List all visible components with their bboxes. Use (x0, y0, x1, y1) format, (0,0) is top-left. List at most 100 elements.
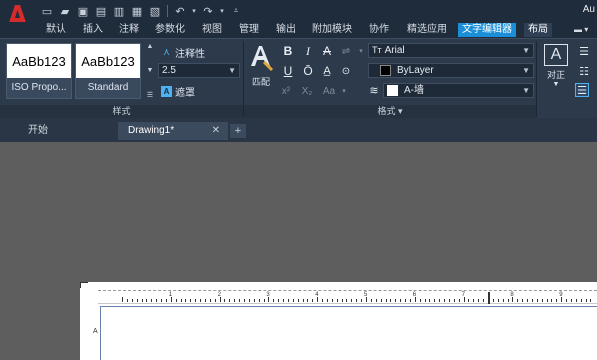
ruler-number: 6 (412, 292, 417, 298)
undo-icon[interactable]: ↶ (173, 4, 187, 18)
tab-view[interactable]: 视图 (198, 23, 226, 37)
overline-button[interactable]: Ō (301, 64, 315, 78)
annotative-button[interactable]: ⋏ 注释性 (161, 45, 205, 60)
bullets-icon[interactable]: ☰ (577, 44, 591, 58)
text-color-dropdown[interactable]: ByLayer ▼ (368, 63, 534, 78)
scroll-up-icon[interactable]: ▲ (147, 43, 154, 50)
tab-parametric[interactable]: 参数化 (151, 23, 189, 37)
tab-overflow-icon[interactable]: ▬ ▾ (570, 23, 592, 37)
line-spacing-icon[interactable]: ☷ (577, 64, 591, 78)
ruler-tick (234, 299, 236, 302)
new-file-icon[interactable]: ▭ (40, 4, 54, 18)
ruler-tick (566, 299, 568, 302)
ruler-tick (336, 299, 338, 302)
export-icon[interactable]: ▦ (130, 4, 144, 18)
ruler-tick (590, 299, 592, 302)
oblique-angle-icon[interactable]: ⇌ (339, 44, 353, 58)
text-height-dropdown[interactable]: 2.5 ▼ (158, 63, 240, 78)
style-name: Standard (76, 78, 140, 98)
layer-stack-icon[interactable]: ≋ (367, 83, 381, 97)
redo-icon[interactable]: ↷ (201, 4, 215, 18)
justify-icon: A (544, 44, 568, 66)
tab-insert[interactable]: 插入 (79, 23, 107, 37)
ruler-tick (224, 299, 226, 302)
tab-default[interactable]: 默认 (42, 23, 70, 37)
ruler-tick (204, 299, 206, 302)
ruler-tick (253, 299, 255, 302)
save-cloud-icon[interactable]: ▥ (112, 4, 126, 18)
ruler-tick (585, 299, 587, 302)
match-properties-button[interactable]: 匹配 (248, 42, 274, 87)
bold-button[interactable]: B (281, 44, 295, 58)
save-as-icon[interactable]: ▤ (94, 4, 108, 18)
ruler-tick (331, 299, 333, 302)
save-icon[interactable]: ▣ (76, 4, 90, 18)
redo-dropdown-icon[interactable]: ▾ (219, 4, 225, 18)
ruler-tick (424, 299, 426, 302)
ruler-tick (400, 299, 402, 302)
tab-collaborate[interactable]: 协作 (365, 23, 393, 37)
align-left-icon[interactable]: ☰ (575, 83, 589, 97)
tab-layout[interactable]: 布局 (524, 23, 552, 37)
style-iso-proportional[interactable]: AaBb123 ISO Propo... (6, 43, 72, 99)
tracking-icon[interactable]: A̲ (320, 64, 334, 78)
undo-dropdown-icon[interactable]: ▾ (191, 4, 197, 18)
tab-start[interactable]: 开始 (18, 122, 114, 140)
ruler-indent-marker[interactable] (488, 292, 490, 304)
tab-output[interactable]: 输出 (272, 23, 300, 37)
ruler-tick (185, 299, 187, 302)
tab-text-editor[interactable]: 文字编辑器 (458, 23, 516, 37)
font-dropdown[interactable]: Tт Arial ▼ (368, 43, 534, 58)
justify-button[interactable]: A 对正 ▼ (542, 44, 570, 104)
tab-annotate[interactable]: 注释 (115, 23, 143, 37)
ruler-tick (302, 299, 304, 302)
expand-gallery-icon[interactable]: ☰ (147, 91, 153, 99)
style-panel-label: 样式 (0, 105, 243, 118)
layer-dropdown[interactable]: A-墙 ▼ (383, 83, 534, 98)
text-editor-ruler[interactable]: 1 2 3 4 5 6 7 8 9 (98, 290, 597, 304)
ruler-tick (156, 299, 158, 302)
ruler-tick (263, 299, 265, 302)
case-dropdown-icon[interactable]: ▾ (337, 84, 351, 98)
ruler-tick (322, 299, 324, 302)
subscript-button[interactable]: X₂ (300, 84, 314, 98)
new-tab-icon[interactable]: + (230, 124, 246, 138)
ruler-tick (434, 299, 436, 302)
scroll-down-icon[interactable]: ▼ (147, 67, 154, 74)
superscript-button[interactable]: x² (279, 84, 293, 98)
style-preview: AaBb123 (76, 44, 140, 78)
width-factor-icon[interactable]: ⊙ (339, 64, 353, 78)
tab-manage[interactable]: 管理 (235, 23, 263, 37)
style-gallery-scroll[interactable]: ▲ ▼ ☰ (145, 43, 155, 99)
plot-icon[interactable]: ▧ (148, 4, 162, 18)
ruler-tick (473, 299, 475, 302)
ruler-tick (453, 299, 455, 302)
mtext-editor-box[interactable] (100, 306, 597, 360)
tab-featured-apps[interactable]: 精选应用 (403, 23, 451, 37)
oblique-dropdown-icon[interactable]: ▾ (354, 44, 368, 58)
underline-button[interactable]: U (281, 64, 295, 78)
ruler-tick (448, 299, 450, 302)
ribbon-tab-bar: 默认 插入 注释 参数化 视图 管理 输出 附加模块 协作 精选应用 文字编辑器… (0, 22, 597, 38)
mask-button[interactable]: A 遮罩 (161, 84, 195, 99)
tab-addins[interactable]: 附加模块 (308, 23, 356, 37)
ruler-tick (346, 299, 348, 302)
italic-button[interactable]: I (301, 44, 315, 58)
change-case-button[interactable]: Aa (322, 84, 336, 98)
ruler-tick (536, 299, 538, 302)
ruler-tick (209, 299, 211, 302)
style-standard[interactable]: AaBb123 Standard (75, 43, 141, 99)
editor-cursor-glyph: A (93, 328, 98, 335)
open-folder-icon[interactable]: ▰ (58, 4, 72, 18)
strikethrough-button[interactable]: A (320, 44, 334, 58)
ruler-tick (395, 299, 397, 302)
ruler-tick (405, 299, 407, 302)
close-icon[interactable]: ✕ (212, 122, 220, 140)
format-panel-label[interactable]: 格式 ▾ (244, 105, 536, 118)
ruler-tick (292, 299, 294, 302)
ruler-tick (458, 299, 460, 302)
ruler-tick (478, 299, 480, 302)
customize-qat-icon[interactable]: ⩡ (229, 4, 243, 18)
tab-drawing1[interactable]: Drawing1* ✕ (118, 122, 228, 140)
title-bar: ▭ ▰ ▣ ▤ ▥ ▦ ▧ ↶ ▾ ↷ ▾ ⩡ Au (0, 0, 597, 31)
